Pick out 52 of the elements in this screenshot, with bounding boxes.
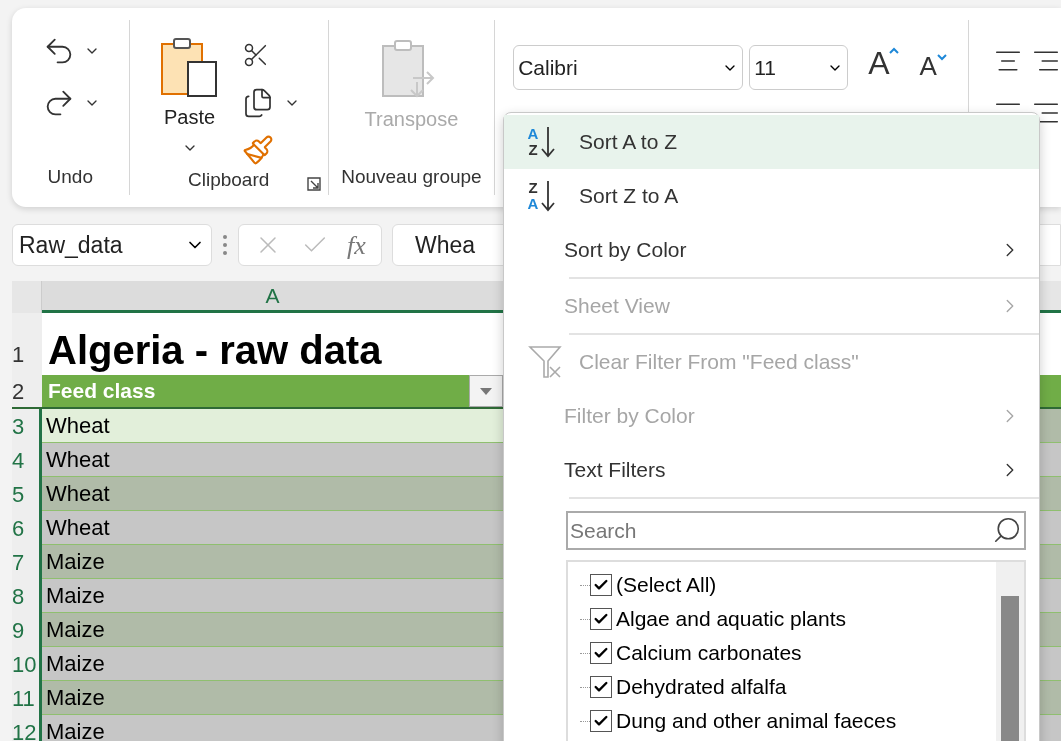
menu-item-label: Sheet View <box>564 293 670 320</box>
row-number[interactable]: 9 <box>12 613 42 647</box>
column-header[interactable]: A <box>42 281 503 313</box>
name-box[interactable]: Raw_data <box>12 224 212 266</box>
row-number[interactable]: 4 <box>12 443 42 477</box>
value-label[interactable]: Algae and aquatic plants <box>616 603 846 635</box>
menu-item-label: Text Filters <box>564 457 666 484</box>
row-number[interactable]: 7 <box>12 545 42 579</box>
title-cell: Algeria - raw data <box>42 313 503 375</box>
menu-item[interactable]: A Z Sort A to Z <box>504 115 1039 169</box>
menu-item-label: Sort Z to A <box>579 183 679 210</box>
row-number[interactable]: 6 <box>12 511 42 545</box>
group-label: Nouveau groupe <box>341 164 482 189</box>
table-cell[interactable]: Wheat <box>42 409 503 443</box>
table-cell[interactable]: Wheat <box>42 511 503 545</box>
font-name-select[interactable]: Calibri <box>513 45 744 90</box>
table-cell[interactable]: Maize <box>42 715 503 741</box>
menu-item-label: Filter by Color <box>564 403 695 430</box>
menu-item-label: Clear Filter From "Feed class" <box>579 349 859 376</box>
row-number[interactable]: 1 <box>12 313 42 375</box>
row-number[interactable]: 5 <box>12 477 42 511</box>
table-cell[interactable]: Wheat <box>42 443 503 477</box>
row-number[interactable]: 2 <box>12 375 42 407</box>
row-number[interactable]: 11 <box>12 681 42 715</box>
menu-item-label: Sort by Color <box>564 237 687 264</box>
menu-item[interactable]: Text Filters <box>504 443 1039 499</box>
value-label[interactable]: Dehydrated alfalfa <box>616 671 787 703</box>
menu-item-label: Sort A to Z <box>579 129 678 156</box>
row-number[interactable]: 3 <box>12 409 42 443</box>
value-label[interactable]: (Select All) <box>616 569 717 601</box>
group-label: Undo <box>47 164 93 189</box>
row-number[interactable]: 10 <box>12 647 42 681</box>
paste-label[interactable]: Paste <box>163 102 216 132</box>
table-cell[interactable]: Maize <box>42 579 503 613</box>
value-label[interactable]: Calcium carbonates <box>616 637 802 669</box>
grow-font-button[interactable]: A <box>854 45 900 90</box>
table-cell[interactable]: Maize <box>42 545 503 579</box>
table-cell[interactable]: Maize <box>42 681 503 715</box>
row-number[interactable]: 8 <box>12 579 42 613</box>
table-cell[interactable]: Wheat <box>42 477 503 511</box>
row-number[interactable]: 12 <box>12 715 42 741</box>
header-cell-text: Feed class <box>48 378 156 405</box>
font-size-select[interactable]: 11 <box>749 45 849 90</box>
shrink-font-button[interactable]: A <box>905 45 947 90</box>
search-field[interactable]: Search <box>566 511 1026 550</box>
table-cell[interactable]: Maize <box>42 647 503 681</box>
menu-item[interactable]: Sort by Color <box>504 223 1039 279</box>
table-cell[interactable]: Maize <box>42 613 503 647</box>
insert-function-button[interactable]: fx <box>347 225 366 265</box>
group-label: Clipboard <box>188 168 270 193</box>
menu-item[interactable]: Z A Sort Z to A <box>504 169 1039 223</box>
value-label[interactable]: Dung and other animal faeces <box>616 705 897 737</box>
